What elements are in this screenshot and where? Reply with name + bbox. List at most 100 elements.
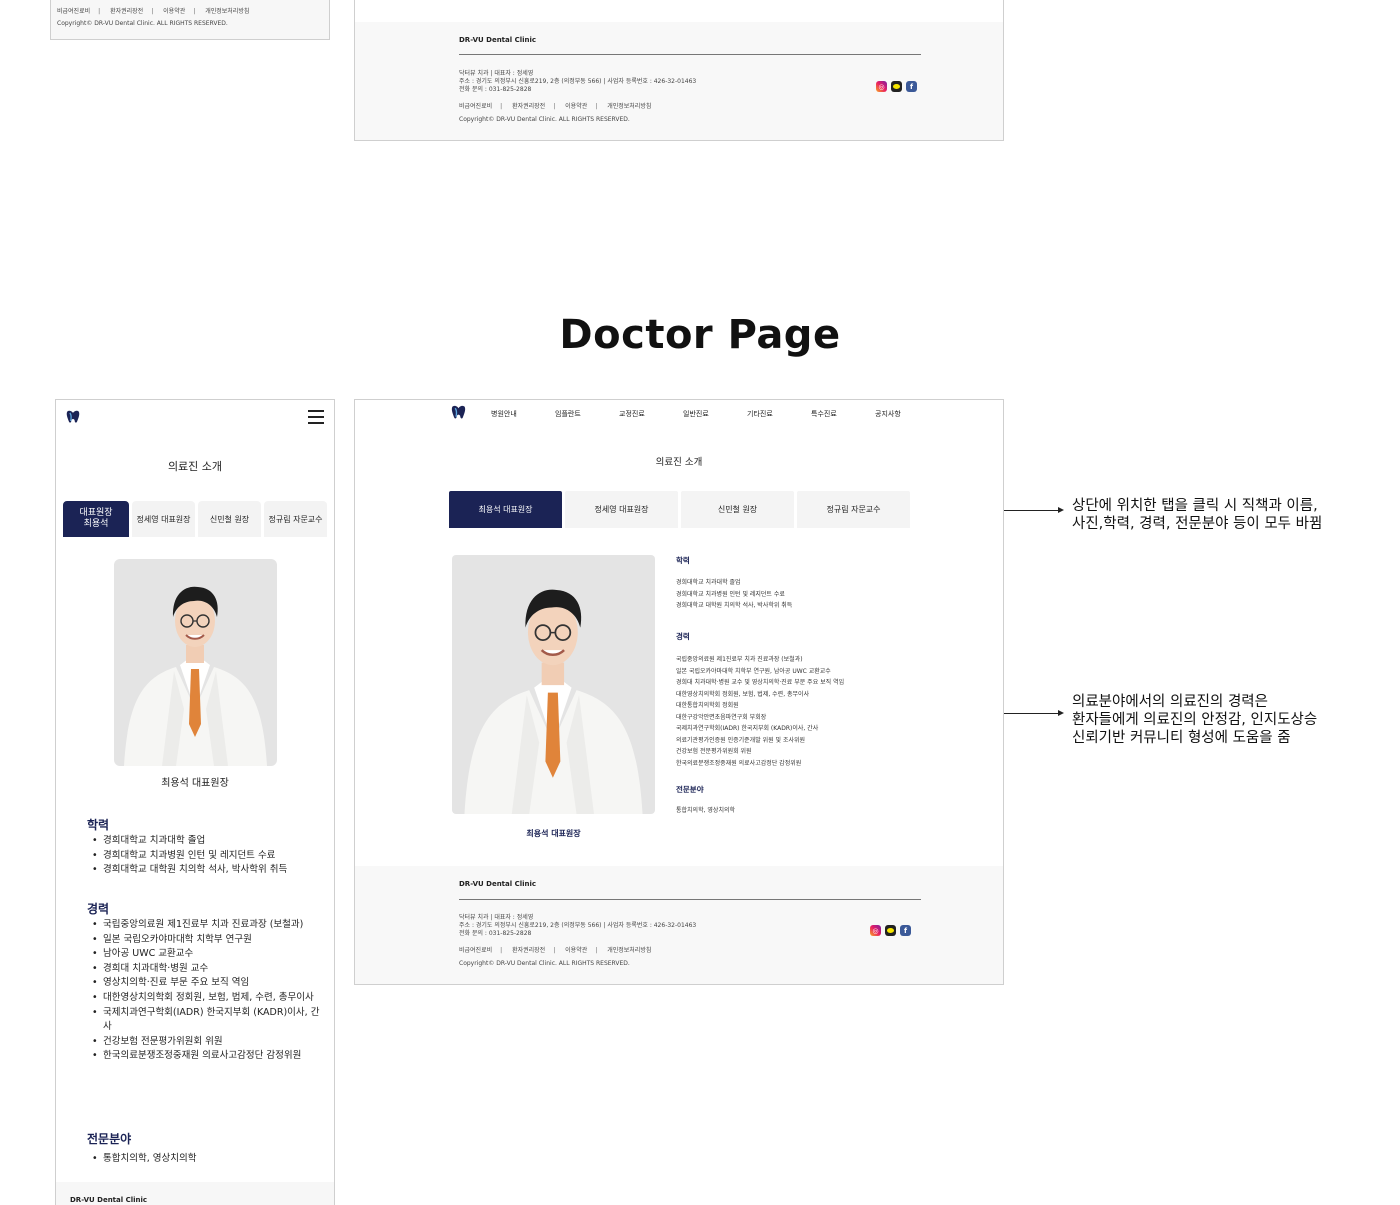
nav-item[interactable]: 공지사항: [875, 409, 939, 419]
list-item: 대한구강악안면초음파연구회 부회장: [676, 713, 767, 721]
footer-link[interactable]: 비급여진료비: [459, 947, 492, 954]
list-item: 경희대학교 치과대학 졸업: [92, 834, 322, 849]
page-title: 의료진 소개: [167, 460, 223, 473]
list-item: 일본 국립오카야마대학 치학부 연구원: [92, 933, 322, 948]
nav-menu: 병원안내 임플란트 교정진료 일반진료 기타진료 특수진료 공지사항: [491, 409, 939, 419]
list-item: 경희대 치과대학·병원 교수: [92, 962, 322, 977]
footer-link[interactable]: 이용약관: [565, 103, 587, 110]
tab-doctor-3[interactable]: 신민철 원장: [198, 501, 261, 537]
education-list: 경희대학교 치과대학 졸업 경희대학교 치과병원 인턴 및 레지던트 수료 경희…: [92, 834, 322, 878]
tab-doctor-4[interactable]: 정규림 자문교수: [797, 491, 910, 528]
footer-copyright: Copyright© DR-VU Dental Clinic. ALL RIGH…: [459, 960, 630, 967]
career-heading: 경력: [87, 902, 110, 916]
footer-info-3: 전화 문의 : 031-825-2828: [459, 86, 532, 93]
footer-link[interactable]: 환자권리장전: [110, 8, 143, 15]
desktop-footer: DR-VU Dental Clinic 닥터뷰 치과 | 대표자 : 정세영 주…: [355, 866, 1003, 984]
nav-item[interactable]: 특수진료: [811, 409, 875, 419]
desktop-footer-top: DR-VU Dental Clinic 닥터뷰 치과 | 대표자 : 정세영 주…: [354, 0, 1004, 141]
footer-link[interactable]: 개인정보처리방침: [607, 947, 651, 954]
education-heading: 학력: [87, 818, 110, 832]
list-item: 국제치과연구학회(IADR) 한국지부회 (KADR)이사, 간사: [92, 1006, 322, 1035]
instagram-icon[interactable]: ◎: [870, 925, 881, 936]
nav-item[interactable]: 기타진료: [747, 409, 811, 419]
footer-link[interactable]: 개인정보처리방침: [205, 8, 249, 15]
career-list: 국립중앙의료원 제1진료부 치과 진료과장 (보철과) 일본 국립오카야마대학 …: [676, 654, 844, 769]
tab-doctor-2[interactable]: 정세영 대표원장: [565, 491, 678, 528]
social-links: ◎ f: [870, 925, 911, 936]
specialty-list: 통합치의학, 영상치의학: [676, 805, 735, 817]
facebook-icon[interactable]: f: [900, 925, 911, 936]
footer-links: 비급여진료비 | 환자권리장전 | 이용약관 | 개인정보처리방침: [57, 8, 250, 15]
footer-link[interactable]: 개인정보처리방침: [607, 103, 651, 110]
list-item: 경희대학교 치과병원 인턴 및 레지던트 수료: [676, 590, 785, 598]
footer-clinic-name: DR-VU Dental Clinic: [459, 36, 537, 44]
doctor-caption: 최용석 대표원장: [526, 829, 581, 838]
list-item: 한국의료분쟁조정중재원 의료사고감정단 감정위원: [92, 1049, 322, 1064]
footer-info-1: 닥터뷰 치과 | 대표자 : 정세영: [459, 70, 534, 77]
list-item: 남아공 UWC 교환교수: [92, 947, 322, 962]
list-item: 대한영상치의학회 정회원, 보험, 법제, 수련, 총무이사: [92, 991, 322, 1006]
footer-link[interactable]: 이용약관: [163, 8, 185, 15]
career-annotation: 의료분야에서의 의료진의 경력은 환자들에게 의료진의 안정감, 인지도상승 신…: [1072, 694, 1318, 746]
top-nav: 병원안내 임플란트 교정진료 일반진료 기타진료 특수진료 공지사항: [450, 404, 939, 424]
list-item: 일본 국립오카야마대학 치학부 연구원, 남아공 UWC 교환교수: [676, 667, 831, 675]
list-item: 경희대학교 대학원 치의학 석사, 박사학위 취득: [676, 602, 793, 609]
footer-link[interactable]: 비급여진료비: [57, 8, 90, 15]
facebook-icon[interactable]: f: [906, 81, 917, 92]
list-item: 경희대학교 치과대학 졸업: [676, 579, 741, 586]
doctor-photo: [114, 559, 277, 766]
hamburger-menu-icon[interactable]: [308, 410, 324, 424]
mobile-footer-top: 비급여진료비 | 환자권리장전 | 이용약관 | 개인정보처리방침 Copyright…: [50, 0, 330, 40]
list-item: 경희대학교 치과병원 인턴 및 레지던트 수료: [92, 849, 322, 864]
kakao-icon[interactable]: [891, 81, 902, 92]
annotation-arrow-line: [1004, 510, 1058, 511]
footer-links: 비급여진료비 | 환자권리장전 | 이용약관 | 개인정보처리방침: [459, 103, 652, 110]
instagram-icon[interactable]: ◎: [876, 81, 887, 92]
arrow-head-icon: [1058, 507, 1064, 513]
footer-info-3: 전화 문의 : 031-825-2828: [459, 930, 532, 937]
nav-item[interactable]: 교정진료: [619, 409, 683, 419]
arrow-head-icon: [1058, 710, 1064, 716]
tooth-logo-icon[interactable]: [65, 409, 81, 429]
tab-doctor-2[interactable]: 정세영 대표원장: [132, 501, 195, 537]
footer-copyright: Copyright© DR-VU Dental Clinic. ALL RIGH…: [57, 20, 228, 27]
tab-doctor-1[interactable]: 최용석 대표원장: [449, 491, 562, 528]
nav-item[interactable]: 병원안내: [491, 409, 555, 419]
tab-doctor-3[interactable]: 신민철 원장: [681, 491, 794, 528]
footer-divider: [459, 899, 921, 900]
footer-info-2: 주소 : 경기도 의정부시 신흥로219, 2층 (의정부동 566) | 사업…: [459, 78, 697, 85]
tab-doctor-1[interactable]: 대표원장 최용석: [63, 501, 129, 537]
footer-link[interactable]: 환자권리장전: [512, 947, 545, 954]
doctor-caption: 최용석 대표원장: [161, 778, 229, 789]
footer-link[interactable]: 환자권리장전: [512, 103, 545, 110]
annotation-arrow-line: [1004, 713, 1058, 714]
list-item: 국제치과연구학회(IADR) 한국지부회 (KADR)이사, 간사: [676, 725, 819, 732]
nav-item[interactable]: 일반진료: [683, 409, 747, 419]
list-item: 경희대 치과대학·병원 교수 및 영상치의학·진료 부문 주요 보직 역임: [676, 679, 845, 686]
tabs-annotation: 상단에 위치한 탭을 클릭 시 직책과 이름, 사진,학력, 경력, 전문분야 …: [1072, 498, 1323, 532]
list-item: 통합치의학, 영상치의학: [676, 807, 736, 814]
footer-info-2: 주소 : 경기도 의정부시 신흥로219, 2층 (의정부동 566) | 사업…: [459, 922, 697, 929]
specialty-list: 통합치의학, 영상치의학: [92, 1152, 322, 1167]
social-links: ◎ f: [876, 81, 917, 92]
career-list: 국립중앙의료원 제1진료부 치과 진료과장 (보철과) 일본 국립오카야마대학 …: [92, 918, 322, 1064]
page-title: 의료진 소개: [655, 457, 703, 468]
footer-links: 비급여진료비 | 환자권리장전 | 이용약관 | 개인정보처리방침: [459, 947, 652, 954]
footer-copyright: Copyright© DR-VU Dental Clinic. ALL RIGH…: [459, 116, 630, 123]
career-heading: 경력: [676, 632, 690, 641]
footer-link[interactable]: 비급여진료비: [459, 103, 492, 110]
footer-clinic-name: DR-VU Dental Clinic: [70, 1196, 148, 1204]
footer-link[interactable]: 이용약관: [565, 947, 587, 954]
list-item: 건강보험 전문평가위원회 위원: [92, 1035, 322, 1050]
education-heading: 학력: [676, 556, 690, 565]
footer-divider: [459, 54, 921, 55]
nav-item[interactable]: 임플란트: [555, 409, 619, 419]
kakao-icon[interactable]: [885, 925, 896, 936]
footer-clinic-name: DR-VU Dental Clinic: [459, 880, 537, 888]
tab-doctor-4[interactable]: 정규림 자문교수: [264, 501, 327, 537]
list-item: 의료기관평가인증원 인증기준개발 위원 및 조사위원: [676, 736, 806, 744]
footer-info-1: 닥터뷰 치과 | 대표자 : 정세영: [459, 914, 534, 921]
specialty-heading: 전문분야: [87, 1132, 132, 1146]
mobile-footer: DR-VU Dental Clinic: [56, 1182, 334, 1205]
tooth-logo-icon[interactable]: [450, 404, 467, 425]
